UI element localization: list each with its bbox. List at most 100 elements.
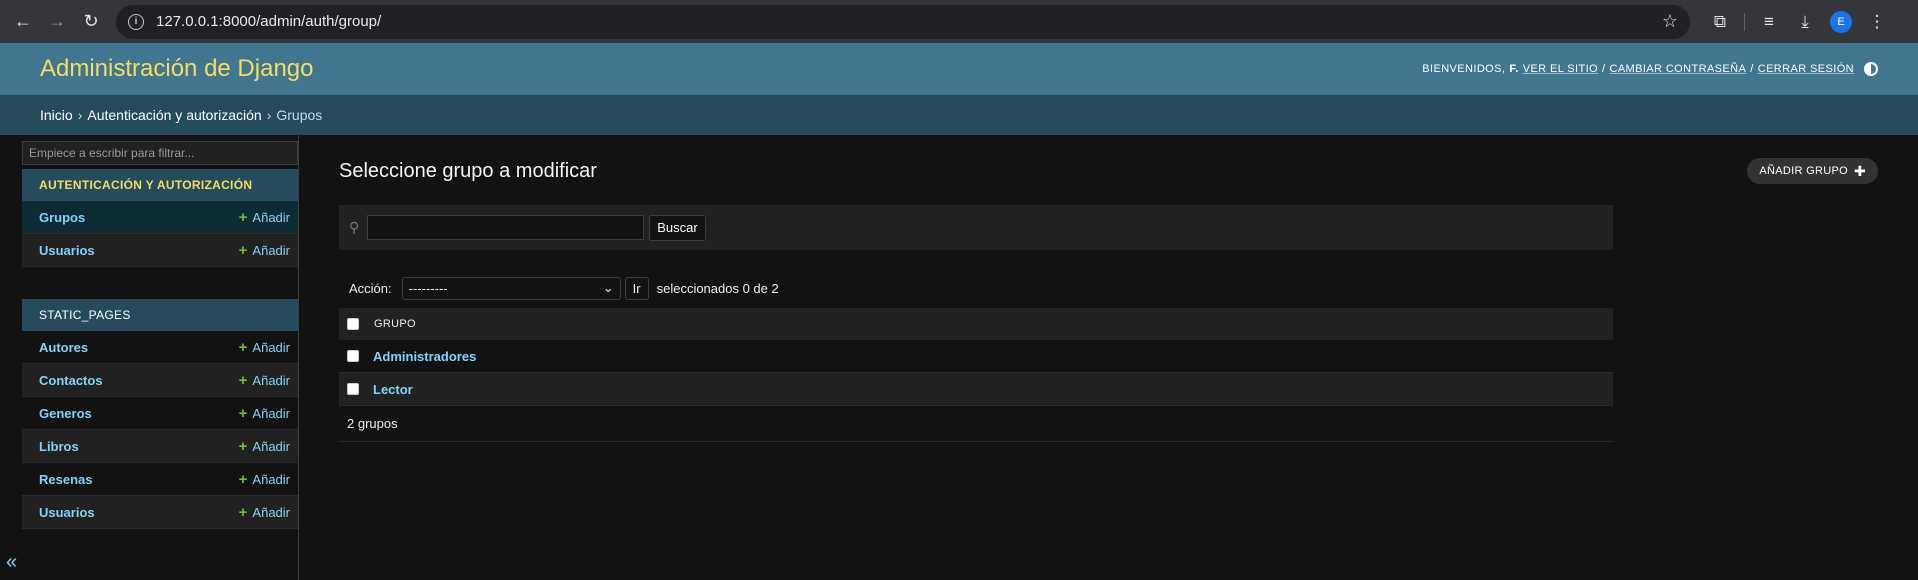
- forward-icon[interactable]: →: [42, 7, 72, 37]
- add-link[interactable]: + Añadir: [239, 242, 290, 259]
- row-link[interactable]: Lector: [373, 382, 413, 397]
- breadcrumb: Inicio › Autenticación y autorización › …: [0, 95, 1918, 135]
- model-link[interactable]: Usuarios: [39, 505, 95, 520]
- sidebar-item-usuarios[interactable]: Usuarios + Añadir: [22, 234, 298, 267]
- go-button[interactable]: Ir: [624, 276, 649, 300]
- sidebar-filter-input[interactable]: Empiece a escribir para filtrar...: [22, 141, 298, 165]
- search-icon: ⚲: [349, 219, 360, 235]
- add-label: Añadir: [252, 405, 290, 421]
- sidebar-item-generos[interactable]: Generos + Añadir: [22, 397, 298, 430]
- search-button[interactable]: Buscar: [649, 214, 706, 241]
- action-label: Acción:: [349, 280, 392, 296]
- model-link[interactable]: Generos: [39, 406, 92, 421]
- plus-icon: +: [238, 470, 248, 488]
- view-site-link[interactable]: VER EL SITIO: [1523, 63, 1598, 75]
- sidebar-item-resenas[interactable]: Resenas + Añadir: [22, 463, 298, 496]
- row-link[interactable]: Administradores: [373, 349, 476, 364]
- model-link[interactable]: Grupos: [39, 210, 85, 225]
- add-group-label: AÑADIR GRUPO: [1759, 165, 1848, 177]
- paginator: 2 grupos: [339, 406, 1613, 442]
- username: F.: [1509, 63, 1519, 75]
- add-link[interactable]: + Añadir: [239, 504, 290, 521]
- sidebar-item-autores[interactable]: Autores + Añadir: [22, 331, 298, 364]
- site-branding[interactable]: Administración de Django: [40, 55, 313, 83]
- profile-initial: E: [1830, 10, 1852, 33]
- result-list: GRUPO Administradores Lector: [339, 308, 1613, 406]
- add-label: Añadir: [252, 339, 290, 355]
- breadcrumb-home[interactable]: Inicio: [40, 107, 73, 123]
- plus-icon: +: [238, 404, 248, 422]
- sidebar-item-usuarios-static[interactable]: Usuarios + Añadir: [22, 496, 298, 529]
- model-link[interactable]: Usuarios: [39, 243, 95, 258]
- add-link[interactable]: + Añadir: [239, 471, 290, 488]
- site-info-icon[interactable]: i: [128, 13, 144, 30]
- address-bar[interactable]: i 127.0.0.1:8000/admin/auth/group/ ☆: [116, 4, 1690, 39]
- table-row: Administradores: [339, 340, 1613, 373]
- profile-avatar[interactable]: E: [1825, 6, 1857, 38]
- add-label: Añadir: [252, 209, 290, 225]
- welcome-text: BIENVENIDOS,: [1422, 63, 1506, 75]
- nav-sidebar: Empiece a escribir para filtrar... AUTEN…: [0, 135, 299, 580]
- add-link[interactable]: + Añadir: [239, 405, 290, 422]
- bookmark-star-icon[interactable]: ☆: [1662, 11, 1678, 32]
- plus-icon: +: [238, 437, 248, 455]
- site-header: Administración de Django BIENVENIDOS, F.…: [0, 43, 1918, 95]
- column-header-grupo[interactable]: GRUPO: [374, 318, 416, 330]
- selection-counter: seleccionados 0 de 2: [656, 280, 779, 296]
- extensions-icon[interactable]: ⧉: [1704, 6, 1736, 38]
- model-link[interactable]: Autores: [39, 340, 88, 355]
- plus-icon: +: [238, 503, 248, 521]
- add-group-button[interactable]: AÑADIR GRUPO ✚: [1747, 158, 1878, 184]
- row-checkbox[interactable]: [347, 350, 359, 362]
- search-input[interactable]: [367, 215, 645, 240]
- add-label: Añadir: [252, 438, 290, 454]
- model-link[interactable]: Contactos: [39, 373, 103, 388]
- separator: /: [1750, 63, 1754, 75]
- back-icon[interactable]: ←: [8, 7, 38, 37]
- url-text[interactable]: 127.0.0.1:8000/admin/auth/group/: [156, 13, 381, 30]
- breadcrumb-separator: ›: [77, 107, 83, 123]
- collapse-sidebar-button[interactable]: «: [6, 551, 17, 574]
- plus-icon: ✚: [1853, 162, 1866, 179]
- sidebar-item-libros[interactable]: Libros + Añadir: [22, 430, 298, 463]
- logout-link[interactable]: CERRAR SESIÓN: [1758, 63, 1854, 75]
- download-icon[interactable]: ⤓: [1789, 6, 1821, 38]
- breadcrumb-app[interactable]: Autenticación y autorización: [87, 107, 261, 123]
- app-caption-static-pages[interactable]: STATIC_PAGES: [22, 299, 298, 331]
- theme-toggle-icon[interactable]: [1864, 62, 1878, 76]
- app-caption-auth[interactable]: AUTENTICACIÓN Y AUTORIZACIÓN: [22, 169, 298, 201]
- table-header: GRUPO: [339, 308, 1613, 340]
- add-label: Añadir: [252, 504, 290, 520]
- add-link[interactable]: + Añadir: [239, 209, 290, 226]
- browser-menu-icon[interactable]: ⋮: [1861, 6, 1893, 38]
- row-checkbox[interactable]: [347, 383, 359, 395]
- actions-bar: Acción: --------- ⌄ Ir seleccionados 0 d…: [339, 268, 1878, 308]
- media-queue-icon[interactable]: ≡: [1753, 6, 1785, 38]
- page-title: Seleccione grupo a modificar: [339, 159, 597, 182]
- sidebar-item-contactos[interactable]: Contactos + Añadir: [22, 364, 298, 397]
- add-link[interactable]: + Añadir: [239, 438, 290, 455]
- select-all-checkbox[interactable]: [347, 318, 359, 330]
- action-selected-value: ---------: [408, 280, 448, 296]
- app-auth: AUTENTICACIÓN Y AUTORIZACIÓN Grupos + Aña…: [22, 169, 298, 267]
- model-link[interactable]: Resenas: [39, 472, 92, 487]
- plus-icon: +: [238, 338, 248, 356]
- browser-toolbar: ← → ↻ i 127.0.0.1:8000/admin/auth/group/…: [0, 0, 1918, 43]
- breadcrumb-separator: ›: [266, 107, 272, 123]
- reload-icon[interactable]: ↻: [76, 7, 106, 37]
- separator: /: [1602, 63, 1606, 75]
- main-content: Seleccione grupo a modificar AÑADIR GRUP…: [299, 135, 1918, 580]
- add-link[interactable]: + Añadir: [239, 372, 290, 389]
- user-tools: BIENVENIDOS, F. VER EL SITIO / CAMBIAR C…: [1422, 62, 1878, 76]
- model-link[interactable]: Libros: [39, 439, 79, 454]
- toolbar-divider: [1744, 12, 1745, 31]
- plus-icon: +: [238, 371, 248, 389]
- add-label: Añadir: [252, 372, 290, 388]
- search-toolbar: ⚲ Buscar: [339, 205, 1613, 250]
- action-select[interactable]: --------- ⌄: [401, 276, 621, 300]
- change-password-link[interactable]: CAMBIAR CONTRASEÑA: [1609, 63, 1746, 75]
- add-link[interactable]: + Añadir: [239, 339, 290, 356]
- plus-icon: +: [238, 208, 248, 226]
- breadcrumb-current: Grupos: [276, 107, 323, 123]
- sidebar-item-grupos[interactable]: Grupos + Añadir: [22, 201, 298, 234]
